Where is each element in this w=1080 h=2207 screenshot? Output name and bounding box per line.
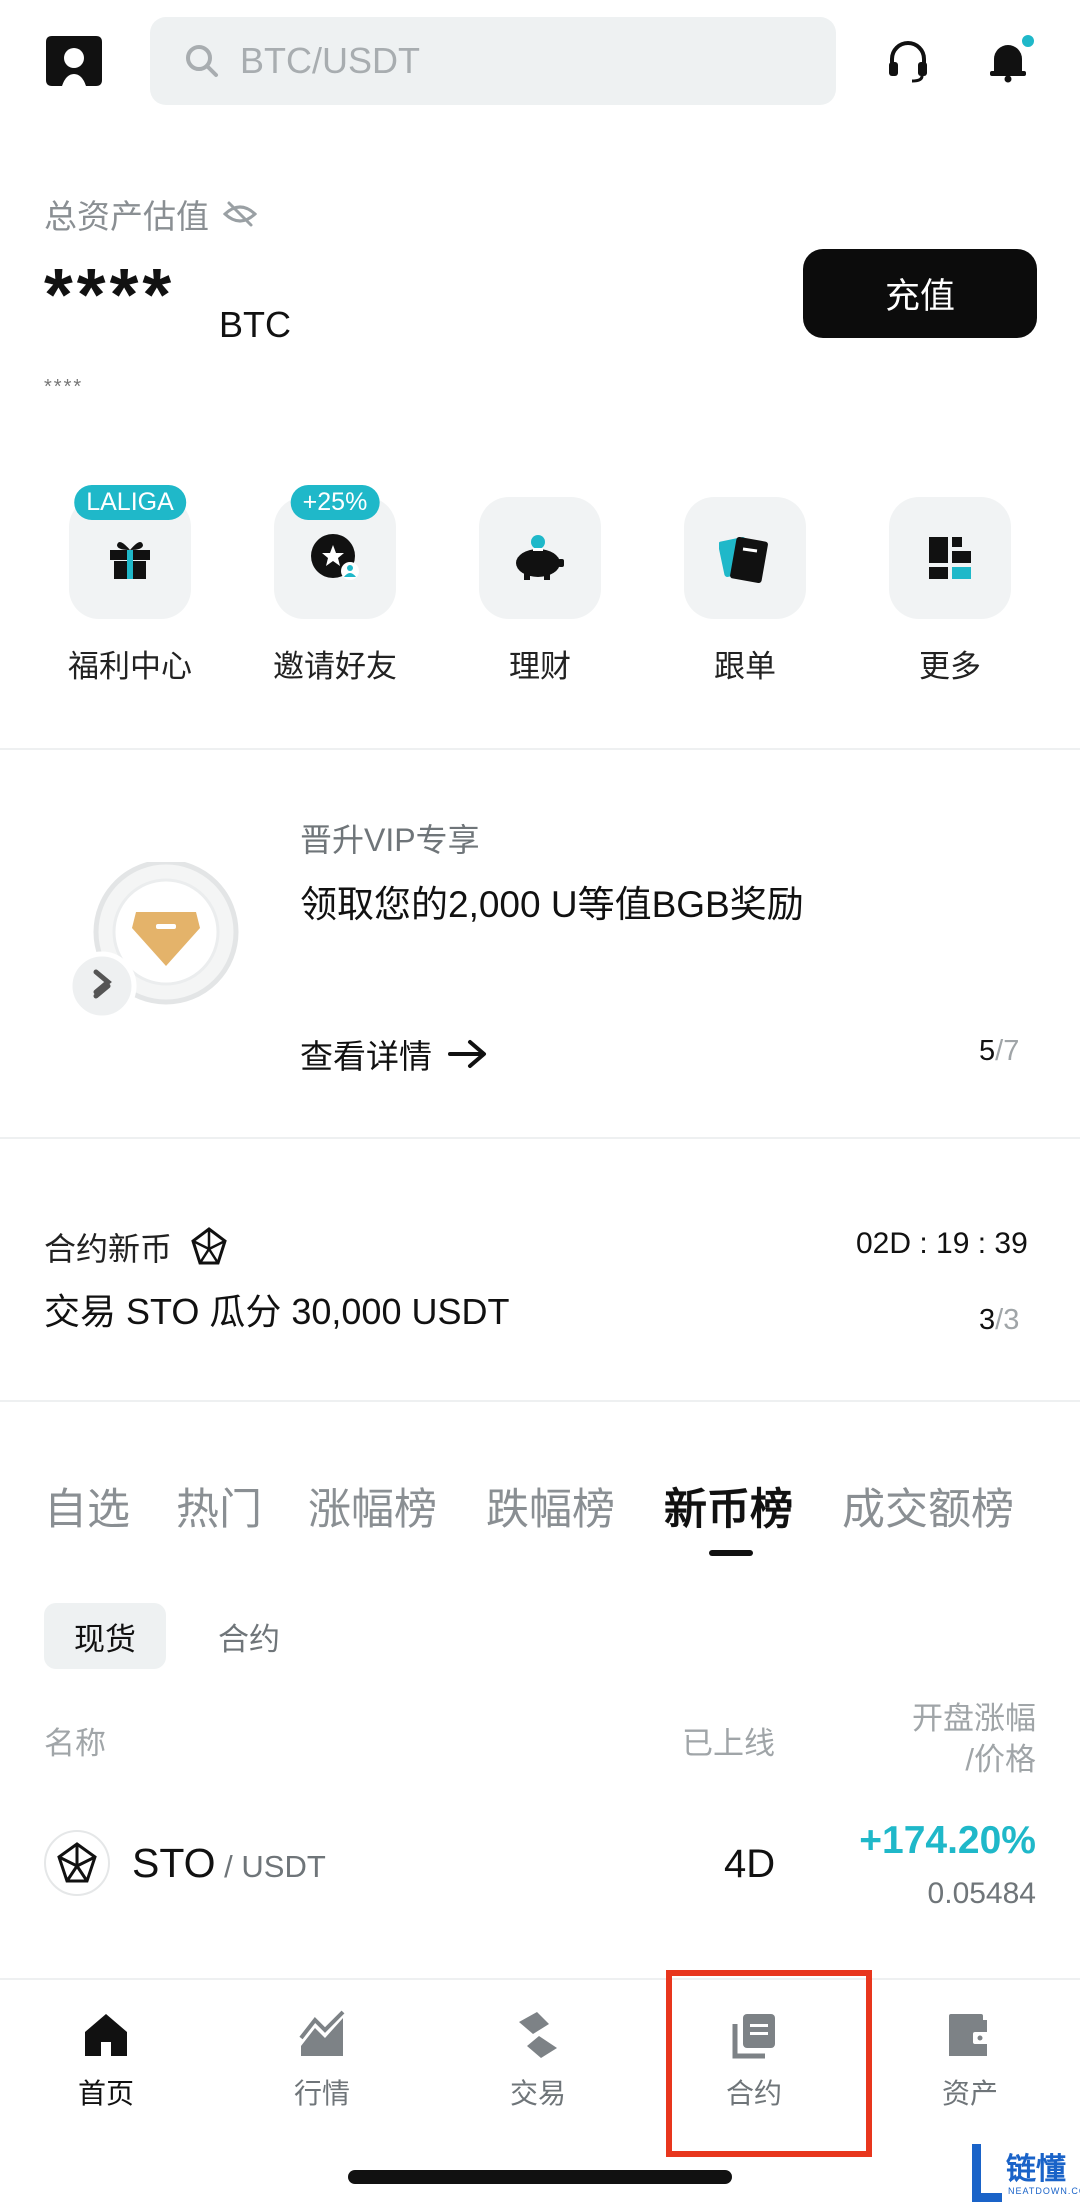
pager-current: 5 bbox=[979, 1035, 996, 1067]
copy-trade-icon bbox=[719, 537, 768, 583]
sto-token-icon bbox=[191, 1227, 227, 1265]
quick-action-label: 理财 bbox=[509, 649, 571, 684]
watermark-text: 链懂 bbox=[1006, 2153, 1066, 2186]
pair-change: +174.20% bbox=[859, 1819, 1036, 1862]
quick-action-rewards[interactable]: LALIGA 福利中心 bbox=[68, 485, 192, 686]
vip-pager: 5/7 bbox=[979, 1035, 1019, 1068]
vip-banner-graphic bbox=[66, 859, 246, 1022]
grid-icon bbox=[929, 537, 971, 579]
watermark: 链懂 NEATDOWN.COM bbox=[966, 2140, 1080, 2207]
tab-hot[interactable]: 热门 bbox=[176, 1475, 262, 1537]
vip-subtitle: 晋升VIP专享 bbox=[300, 822, 480, 858]
segment-spot[interactable]: 现货 bbox=[44, 1603, 166, 1669]
watermark-logo-icon bbox=[972, 2144, 1002, 2202]
invite-bonus-badge: +25% bbox=[290, 485, 380, 520]
column-name: 名称 bbox=[44, 1726, 106, 1761]
nav-label: 行情 bbox=[293, 2078, 350, 2109]
nav-home[interactable]: 首页 bbox=[31, 2010, 181, 2112]
app-logo[interactable] bbox=[44, 34, 104, 88]
invite-icon bbox=[311, 534, 359, 580]
new-contract-label: 合约新币 bbox=[44, 1224, 228, 1270]
nav-trade[interactable]: 交易 bbox=[463, 2010, 613, 2112]
home-icon bbox=[85, 2014, 127, 2056]
column-change-price: 开盘涨幅 /价格 bbox=[912, 1698, 1036, 1780]
tab-volume[interactable]: 成交额榜 bbox=[842, 1475, 1014, 1537]
tab-losers[interactable]: 跌幅榜 bbox=[486, 1475, 615, 1537]
quick-action-label: 更多 bbox=[919, 649, 981, 684]
total-assets-value: **** bbox=[44, 253, 176, 336]
notification-dot bbox=[1020, 33, 1036, 49]
quick-action-box bbox=[479, 497, 601, 619]
deposit-button[interactable]: 充值 bbox=[803, 249, 1037, 338]
support-button[interactable] bbox=[880, 33, 936, 89]
total-assets-label: 总资产估值 bbox=[44, 190, 257, 238]
quick-action-more[interactable]: 更多 bbox=[889, 497, 1011, 686]
vip-details-label: 查看详情 bbox=[300, 1038, 432, 1075]
vip-details-link[interactable]: 查看详情 bbox=[300, 1030, 488, 1078]
watermark-subtext: NEATDOWN.COM bbox=[1008, 2186, 1080, 2196]
total-assets-unit: BTC bbox=[219, 304, 291, 345]
quick-action-box: +25% bbox=[274, 485, 396, 619]
pair-base: STO bbox=[132, 1840, 216, 1886]
quick-action-invite[interactable]: +25% 邀请好友 bbox=[273, 485, 397, 686]
pager-total: /3 bbox=[995, 1304, 1020, 1336]
arrow-right-icon bbox=[448, 1040, 486, 1068]
divider bbox=[0, 748, 1080, 750]
tab-gainers[interactable]: 涨幅榜 bbox=[308, 1475, 437, 1537]
market-icon bbox=[299, 2010, 345, 2056]
nav-market[interactable]: 行情 bbox=[247, 2010, 397, 2112]
tab-new-listings[interactable]: 新币榜 bbox=[664, 1475, 793, 1537]
column-online: 已上线 bbox=[682, 1726, 775, 1761]
total-assets-text: 总资产估值 bbox=[44, 198, 209, 235]
gift-icon bbox=[110, 541, 150, 579]
pair-price: 0.05484 bbox=[927, 1877, 1036, 1910]
quick-action-label: 跟单 bbox=[714, 649, 776, 684]
sto-logo-icon bbox=[57, 1842, 97, 1883]
column-change-label: 开盘涨幅 bbox=[912, 1701, 1036, 1736]
divider bbox=[0, 1400, 1080, 1402]
wallet-icon bbox=[949, 2014, 991, 2056]
trade-icon bbox=[519, 2012, 557, 2058]
quick-action-box bbox=[684, 497, 806, 619]
divider bbox=[0, 1137, 1080, 1139]
notification-button[interactable] bbox=[980, 33, 1036, 89]
piggy-bank-icon bbox=[516, 535, 564, 580]
pager-total: /7 bbox=[995, 1035, 1020, 1067]
nav-assets[interactable]: 资产 bbox=[895, 2010, 1045, 2112]
tab-favorites[interactable]: 自选 bbox=[44, 1475, 130, 1537]
vip-title: 领取您的2,000 U等值BGB奖励 bbox=[300, 884, 804, 925]
new-contract-title[interactable]: 交易 STO 瓜分 30,000 USDT bbox=[44, 1283, 509, 1335]
search-input[interactable]: BTC/USDT bbox=[150, 17, 836, 105]
segment-futures[interactable]: 合约 bbox=[196, 1603, 302, 1669]
app-logo-icon bbox=[46, 36, 102, 86]
pair-name[interactable]: STO / USDT bbox=[132, 1840, 326, 1887]
nav-label: 资产 bbox=[941, 2078, 998, 2109]
search-placeholder: BTC/USDT bbox=[240, 40, 420, 81]
countdown-timer: 02D : 19 : 39 bbox=[856, 1227, 1028, 1260]
column-price-label: /价格 bbox=[965, 1742, 1036, 1777]
quick-action-label: 邀请好友 bbox=[273, 649, 397, 684]
vip-diamond-icon bbox=[67, 859, 239, 1021]
search-icon bbox=[186, 45, 218, 77]
pager-current: 3 bbox=[979, 1304, 996, 1336]
tab-active-indicator bbox=[709, 1550, 753, 1556]
quick-action-copy-trade[interactable]: 跟单 bbox=[684, 497, 806, 686]
quick-action-box bbox=[889, 497, 1011, 619]
eye-hidden-icon[interactable] bbox=[223, 200, 257, 228]
headset-icon bbox=[889, 41, 927, 83]
quick-action-label: 福利中心 bbox=[68, 649, 192, 684]
nav-label: 交易 bbox=[509, 2078, 566, 2109]
quick-action-box: LALIGA bbox=[69, 485, 191, 619]
pair-online: 4D bbox=[724, 1842, 776, 1886]
futures-highlight-box bbox=[666, 1970, 872, 2157]
quick-action-earn[interactable]: 理财 bbox=[479, 497, 601, 686]
nav-label: 首页 bbox=[77, 2078, 134, 2109]
sto-coin-icon bbox=[44, 1830, 110, 1896]
total-assets-fiat: **** bbox=[44, 376, 84, 398]
laliga-badge: LALIGA bbox=[74, 485, 186, 520]
new-contract-label-text: 合约新币 bbox=[44, 1231, 173, 1267]
new-contract-pager: 3/3 bbox=[979, 1304, 1019, 1337]
pair-quote: / USDT bbox=[215, 1849, 326, 1884]
home-indicator bbox=[348, 2170, 732, 2184]
